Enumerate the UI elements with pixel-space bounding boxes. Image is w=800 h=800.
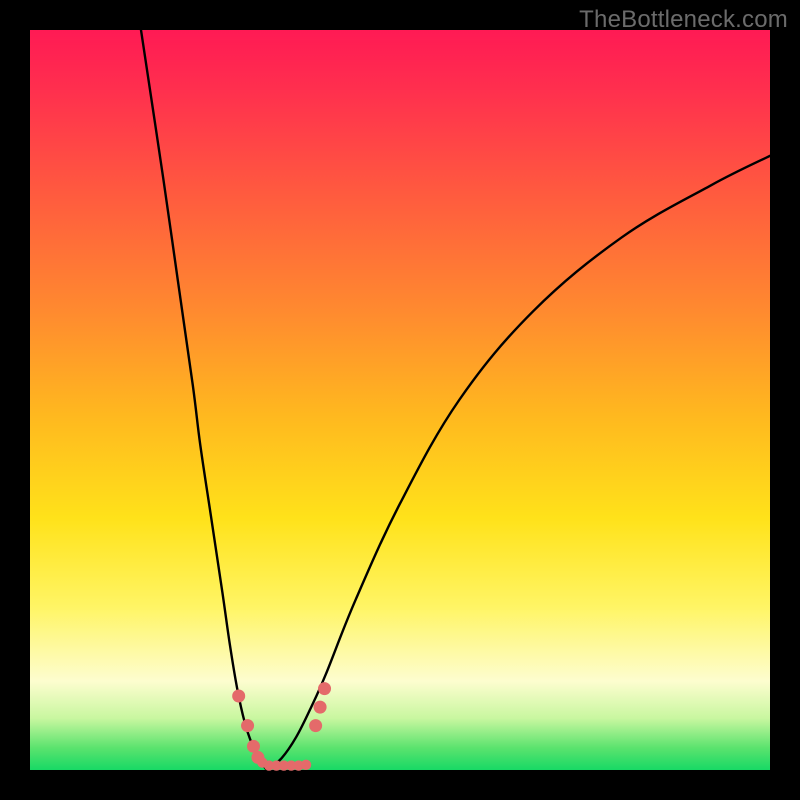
marker-point (309, 719, 322, 732)
marker-point (247, 740, 260, 753)
marker-point (301, 760, 311, 770)
marker-point (232, 690, 245, 703)
marker-point (314, 701, 327, 714)
watermark-text: TheBottleneck.com (579, 6, 788, 34)
bottleneck-curve-right (267, 156, 770, 770)
marker-point (318, 682, 331, 695)
curve-group (141, 30, 770, 770)
chart-curves-svg (30, 30, 770, 770)
marker-point (241, 719, 254, 732)
chart-frame: TheBottleneck.com (0, 0, 800, 800)
bottleneck-curve-left (141, 30, 267, 770)
